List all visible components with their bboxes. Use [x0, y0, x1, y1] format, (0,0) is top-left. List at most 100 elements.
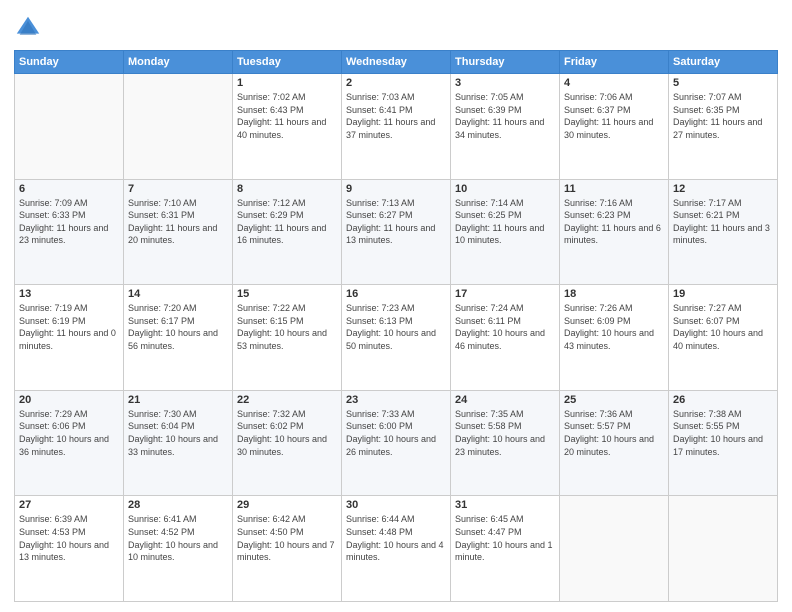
day-info: Sunrise: 7:29 AMSunset: 6:06 PMDaylight:…	[19, 408, 119, 458]
day-cell: 15 Sunrise: 7:22 AMSunset: 6:15 PMDayligh…	[233, 285, 342, 391]
day-info: Sunrise: 7:16 AMSunset: 6:23 PMDaylight:…	[564, 197, 664, 247]
header	[14, 10, 778, 42]
week-row-4: 20 Sunrise: 7:29 AMSunset: 6:06 PMDayligh…	[15, 390, 778, 496]
day-cell	[669, 496, 778, 602]
day-cell: 25 Sunrise: 7:36 AMSunset: 5:57 PMDayligh…	[560, 390, 669, 496]
day-cell: 9Sunrise: 7:13 AMSunset: 6:27 PMDaylight…	[342, 179, 451, 285]
day-cell: 8 Sunrise: 7:12 AMSunset: 6:29 PMDaylight…	[233, 179, 342, 285]
day-cell: 7 Sunrise: 7:10 AMSunset: 6:31 PMDaylight…	[124, 179, 233, 285]
day-number: 1	[237, 77, 337, 89]
day-cell	[124, 74, 233, 180]
day-info: Sunrise: 7:10 AMSunset: 6:31 PMDaylight:…	[128, 197, 228, 247]
day-number: 28	[128, 499, 228, 511]
day-number: 6	[19, 183, 119, 195]
day-number: 26	[673, 394, 773, 406]
day-number: 12	[673, 183, 773, 195]
day-cell: 4 Sunrise: 7:06 AMSunset: 6:37 PMDaylight…	[560, 74, 669, 180]
day-info: Sunrise: 7:17 AMSunset: 6:21 PMDaylight:…	[673, 197, 773, 247]
day-info: Sunrise: 7:20 AMSunset: 6:17 PMDaylight:…	[128, 302, 228, 352]
day-info: Sunrise: 7:22 AMSunset: 6:15 PMDaylight:…	[237, 302, 337, 352]
day-number: 29	[237, 499, 337, 511]
weekday-header-sunday: Sunday	[15, 51, 124, 74]
day-info: Sunrise: 7:27 AMSunset: 6:07 PMDaylight:…	[673, 302, 773, 352]
day-cell: 12 Sunrise: 7:17 AMSunset: 6:21 PMDayligh…	[669, 179, 778, 285]
day-number: 23	[346, 394, 446, 406]
weekday-header-saturday: Saturday	[669, 51, 778, 74]
weekday-header-friday: Friday	[560, 51, 669, 74]
week-row-5: 27 Sunrise: 6:39 AMSunset: 4:53 PMDayligh…	[15, 496, 778, 602]
day-cell: 3 Sunrise: 7:05 AMSunset: 6:39 PMDaylight…	[451, 74, 560, 180]
day-number: 31	[455, 499, 555, 511]
day-number: 8	[237, 183, 337, 195]
weekday-header-monday: Monday	[124, 51, 233, 74]
day-cell: 28 Sunrise: 6:41 AMSunset: 4:52 PMDayligh…	[124, 496, 233, 602]
day-info: Sunrise: 7:24 AMSunset: 6:11 PMDaylight:…	[455, 302, 555, 352]
day-cell: 17 Sunrise: 7:24 AMSunset: 6:11 PMDayligh…	[451, 285, 560, 391]
day-cell: 31Sunrise: 6:45 AMSunset: 4:47 PMDayligh…	[451, 496, 560, 602]
day-number: 2	[346, 77, 446, 89]
weekday-header-row: SundayMondayTuesdayWednesdayThursdayFrid…	[15, 51, 778, 74]
day-number: 21	[128, 394, 228, 406]
day-cell: 18 Sunrise: 7:26 AMSunset: 6:09 PMDayligh…	[560, 285, 669, 391]
day-number: 10	[455, 183, 555, 195]
day-cell: 2 Sunrise: 7:03 AMSunset: 6:41 PMDaylight…	[342, 74, 451, 180]
day-info: Sunrise: 7:07 AMSunset: 6:35 PMDaylight:…	[673, 91, 773, 141]
day-cell: 21 Sunrise: 7:30 AMSunset: 6:04 PMDayligh…	[124, 390, 233, 496]
day-number: 18	[564, 288, 664, 300]
day-number: 15	[237, 288, 337, 300]
day-number: 11	[564, 183, 664, 195]
day-info: Sunrise: 7:05 AMSunset: 6:39 PMDaylight:…	[455, 91, 555, 141]
day-number: 19	[673, 288, 773, 300]
day-info: Sunrise: 7:35 AMSunset: 5:58 PMDaylight:…	[455, 408, 555, 458]
day-cell: 11 Sunrise: 7:16 AMSunset: 6:23 PMDayligh…	[560, 179, 669, 285]
day-info: Sunrise: 7:26 AMSunset: 6:09 PMDaylight:…	[564, 302, 664, 352]
weekday-header-tuesday: Tuesday	[233, 51, 342, 74]
day-number: 27	[19, 499, 119, 511]
day-number: 30	[346, 499, 446, 511]
day-cell	[15, 74, 124, 180]
day-info: Sunrise: 6:41 AMSunset: 4:52 PMDaylight:…	[128, 513, 228, 563]
day-cell: 23 Sunrise: 7:33 AMSunset: 6:00 PMDayligh…	[342, 390, 451, 496]
day-cell: 14 Sunrise: 7:20 AMSunset: 6:17 PMDayligh…	[124, 285, 233, 391]
calendar-table: SundayMondayTuesdayWednesdayThursdayFrid…	[14, 50, 778, 602]
day-cell: 27 Sunrise: 6:39 AMSunset: 4:53 PMDayligh…	[15, 496, 124, 602]
week-row-3: 13 Sunrise: 7:19 AMSunset: 6:19 PMDayligh…	[15, 285, 778, 391]
day-cell: 29Sunrise: 6:42 AMSunset: 4:50 PMDayligh…	[233, 496, 342, 602]
day-cell: 5Sunrise: 7:07 AMSunset: 6:35 PMDaylight…	[669, 74, 778, 180]
weekday-header-wednesday: Wednesday	[342, 51, 451, 74]
day-number: 7	[128, 183, 228, 195]
logo-icon	[14, 14, 42, 42]
day-number: 3	[455, 77, 555, 89]
day-info: Sunrise: 7:13 AMSunset: 6:27 PMDaylight:…	[346, 197, 446, 247]
day-info: Sunrise: 6:44 AMSunset: 4:48 PMDaylight:…	[346, 513, 446, 563]
day-info: Sunrise: 7:06 AMSunset: 6:37 PMDaylight:…	[564, 91, 664, 141]
day-number: 22	[237, 394, 337, 406]
day-cell: 10Sunrise: 7:14 AMSunset: 6:25 PMDayligh…	[451, 179, 560, 285]
day-number: 25	[564, 394, 664, 406]
day-info: Sunrise: 7:09 AMSunset: 6:33 PMDaylight:…	[19, 197, 119, 247]
day-cell: 16 Sunrise: 7:23 AMSunset: 6:13 PMDayligh…	[342, 285, 451, 391]
day-info: Sunrise: 7:33 AMSunset: 6:00 PMDaylight:…	[346, 408, 446, 458]
day-cell	[560, 496, 669, 602]
day-info: Sunrise: 7:36 AMSunset: 5:57 PMDaylight:…	[564, 408, 664, 458]
day-info: Sunrise: 7:23 AMSunset: 6:13 PMDaylight:…	[346, 302, 446, 352]
day-info: Sunrise: 6:39 AMSunset: 4:53 PMDaylight:…	[19, 513, 119, 563]
day-info: Sunrise: 7:03 AMSunset: 6:41 PMDaylight:…	[346, 91, 446, 141]
day-cell: 24Sunrise: 7:35 AMSunset: 5:58 PMDayligh…	[451, 390, 560, 496]
day-cell: 22Sunrise: 7:32 AMSunset: 6:02 PMDayligh…	[233, 390, 342, 496]
day-cell: 1 Sunrise: 7:02 AMSunset: 6:43 PMDaylight…	[233, 74, 342, 180]
day-info: Sunrise: 7:38 AMSunset: 5:55 PMDaylight:…	[673, 408, 773, 458]
day-number: 13	[19, 288, 119, 300]
day-number: 4	[564, 77, 664, 89]
day-number: 16	[346, 288, 446, 300]
day-info: Sunrise: 7:19 AMSunset: 6:19 PMDaylight:…	[19, 302, 119, 352]
day-number: 14	[128, 288, 228, 300]
day-cell: 19 Sunrise: 7:27 AMSunset: 6:07 PMDayligh…	[669, 285, 778, 391]
day-info: Sunrise: 7:02 AMSunset: 6:43 PMDaylight:…	[237, 91, 337, 141]
day-cell: 13 Sunrise: 7:19 AMSunset: 6:19 PMDayligh…	[15, 285, 124, 391]
day-number: 17	[455, 288, 555, 300]
weekday-header-thursday: Thursday	[451, 51, 560, 74]
day-info: Sunrise: 7:12 AMSunset: 6:29 PMDaylight:…	[237, 197, 337, 247]
day-number: 20	[19, 394, 119, 406]
day-info: Sunrise: 7:30 AMSunset: 6:04 PMDaylight:…	[128, 408, 228, 458]
